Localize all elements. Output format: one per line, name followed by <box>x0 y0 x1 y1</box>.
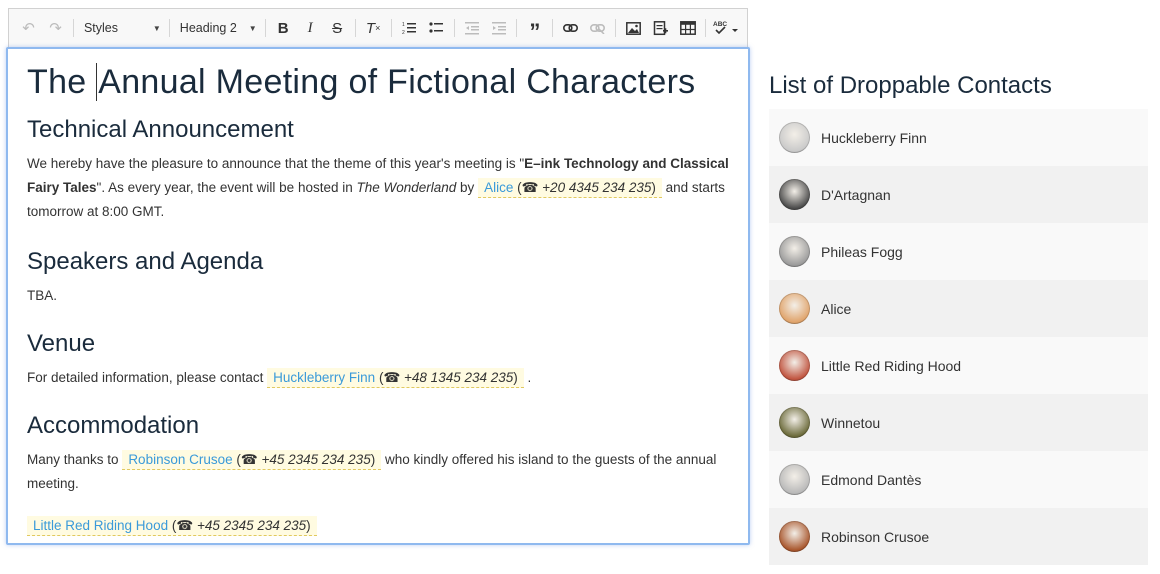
toolbar-separator <box>453 19 455 37</box>
contact-name-link[interactable]: Huckleberry Finn <box>273 370 375 385</box>
phone-icon: ☎ <box>240 452 258 467</box>
inline-contact-robinson-crusoe[interactable]: Robinson Crusoe (☎ +45 2345 234 235) <box>122 450 382 470</box>
toolbar-separator <box>705 19 707 37</box>
remove-format-icon[interactable]: T × <box>361 15 386 41</box>
contact-avatar <box>779 464 810 495</box>
contact-phone: +45 2345 234 235 <box>261 452 371 467</box>
chevron-down-icon: ▼ <box>152 23 161 33</box>
heading-technical-announcement: Technical Announcement <box>27 116 294 143</box>
contact-name: Little Red Riding Hood <box>821 357 962 374</box>
image-icon[interactable] <box>621 15 646 41</box>
contact-avatar <box>779 350 810 381</box>
toolbar-separator <box>615 19 617 37</box>
redo-icon[interactable]: ↷ <box>43 15 68 41</box>
contact-item[interactable]: Winnetou <box>769 394 1148 451</box>
contact-name: Edmond Dantès <box>821 471 922 488</box>
contact-name: Phileas Fogg <box>821 243 903 260</box>
contacts-panel-title: List of Droppable Contacts <box>769 72 1052 99</box>
contact-name: D'Artagnan <box>821 186 891 203</box>
contact-avatar <box>779 236 810 267</box>
contact-avatar <box>779 179 810 210</box>
toolbar-separator <box>168 19 170 37</box>
styles-dropdown-label: Styles <box>83 21 118 35</box>
contact-item[interactable]: Huckleberry Finn <box>769 109 1148 166</box>
contact-phone: +48 1345 234 235 <box>404 370 514 385</box>
contact-item[interactable]: D'Artagnan <box>769 166 1148 223</box>
phone-icon: ☎ <box>383 370 401 385</box>
numbered-list-icon[interactable]: 12 <box>397 15 422 41</box>
phone-icon: ☎ <box>521 180 539 195</box>
bulleted-list-icon[interactable] <box>424 15 449 41</box>
technical-announcement-paragraph: We hereby have the pleasure to announce … <box>27 152 729 224</box>
paragraph-text: For detailed information, please contact <box>27 370 268 385</box>
toolbar-separator <box>516 19 518 37</box>
italic-icon[interactable]: I <box>298 15 323 41</box>
contact-phone: +20 4345 234 235 <box>542 180 652 195</box>
phone-icon: ☎ <box>176 518 194 533</box>
contact-item[interactable]: Little Red Riding Hood <box>769 337 1148 394</box>
spellcheck-icon[interactable]: ABC <box>711 15 740 41</box>
inline-contact-huckleberry-finn[interactable]: Huckleberry Finn (☎ +48 1345 234 235) <box>267 368 524 388</box>
inline-contact-little-red-riding-hood[interactable]: Little Red Riding Hood (☎ +45 2345 234 2… <box>27 516 317 536</box>
styles-dropdown[interactable]: Styles ▼ <box>78 15 165 41</box>
contact-avatar <box>779 407 810 438</box>
contact-name: Winnetou <box>821 414 881 431</box>
contact-name: Robinson Crusoe <box>821 528 930 545</box>
link-icon[interactable] <box>558 15 583 41</box>
toolbar-separator <box>354 19 356 37</box>
heading-accommodation: Accommodation <box>27 412 200 439</box>
toolbar-separator <box>390 19 392 37</box>
title-text-end: Annual Meeting of Fictional Characters <box>98 63 696 101</box>
contact-avatar <box>779 293 810 324</box>
contacts-list: Huckleberry Finn D'Artagnan Phileas Fogg Al… <box>769 109 1148 565</box>
venue-paragraph: For detailed information, please contact… <box>27 366 729 390</box>
heading-venue: Venue <box>27 330 96 357</box>
table-icon[interactable] <box>675 15 700 41</box>
contact-name: Alice <box>821 300 852 317</box>
venue-italic-text: The Wonderland <box>356 180 457 195</box>
svg-text:1: 1 <box>402 22 405 28</box>
svg-text:2: 2 <box>402 30 405 35</box>
editor-toolbar: ↶ ↷ Styles ▼ Heading 2 ▼ B I S T× 12 ” <box>8 8 748 48</box>
strikethrough-icon[interactable]: S <box>325 15 350 41</box>
document-title: The Annual Meeting of Fictional Characte… <box>27 63 729 102</box>
toolbar-separator <box>552 19 554 37</box>
title-text-start: The <box>27 63 97 101</box>
paragraph-text: Many thanks to <box>27 452 123 467</box>
inline-contact-alice[interactable]: Alice (☎ +20 4345 234 235) <box>478 178 662 198</box>
rich-text-editor[interactable]: The Annual Meeting of Fictional Characte… <box>6 47 750 545</box>
toolbar-separator <box>72 19 74 37</box>
unlink-icon[interactable] <box>585 15 610 41</box>
paragraph-text: ". As every year, the event will be host… <box>96 180 357 195</box>
contact-name-link[interactable]: Robinson Crusoe <box>128 452 232 467</box>
paragraph-text: We hereby have the pleasure to announce … <box>27 156 525 171</box>
contact-item[interactable]: Edmond Dantès <box>769 451 1148 508</box>
svg-text:ABC: ABC <box>713 21 727 28</box>
accommodation-paragraph: Many thanks to Robinson Crusoe (☎ +45 23… <box>27 448 729 496</box>
increase-indent-icon[interactable] <box>486 15 511 41</box>
contact-item[interactable]: Alice <box>769 280 1148 337</box>
paragraph-text: . <box>523 370 532 385</box>
contact-phone: +45 2345 234 235 <box>196 518 307 533</box>
format-dropdown-label: Heading 2 <box>179 21 237 35</box>
blockquote-icon[interactable]: ” <box>522 11 547 45</box>
toolbar-separator <box>264 19 266 37</box>
format-dropdown[interactable]: Heading 2 ▼ <box>174 15 261 41</box>
chevron-down-icon: ▼ <box>248 23 257 33</box>
dropped-contact-paragraph: Little Red Riding Hood (☎ +45 2345 234 2… <box>27 514 729 538</box>
contact-item[interactable]: Phileas Fogg <box>769 223 1148 280</box>
heading-speakers-and-agenda: Speakers and Agenda <box>27 248 264 275</box>
contact-avatar <box>779 521 810 552</box>
bold-icon[interactable]: B <box>271 15 296 41</box>
insert-page-icon[interactable] <box>648 15 673 41</box>
paragraph-text: by <box>456 180 479 195</box>
contact-item[interactable]: Robinson Crusoe <box>769 508 1148 565</box>
contact-name-link[interactable]: Little Red Riding Hood <box>33 518 168 533</box>
contact-avatar <box>779 122 810 153</box>
contact-name: Huckleberry Finn <box>821 129 927 146</box>
decrease-indent-icon[interactable] <box>459 15 484 41</box>
contact-name-link[interactable]: Alice <box>484 180 513 195</box>
undo-icon[interactable]: ↶ <box>16 15 41 41</box>
speakers-paragraph: TBA. <box>27 288 58 303</box>
